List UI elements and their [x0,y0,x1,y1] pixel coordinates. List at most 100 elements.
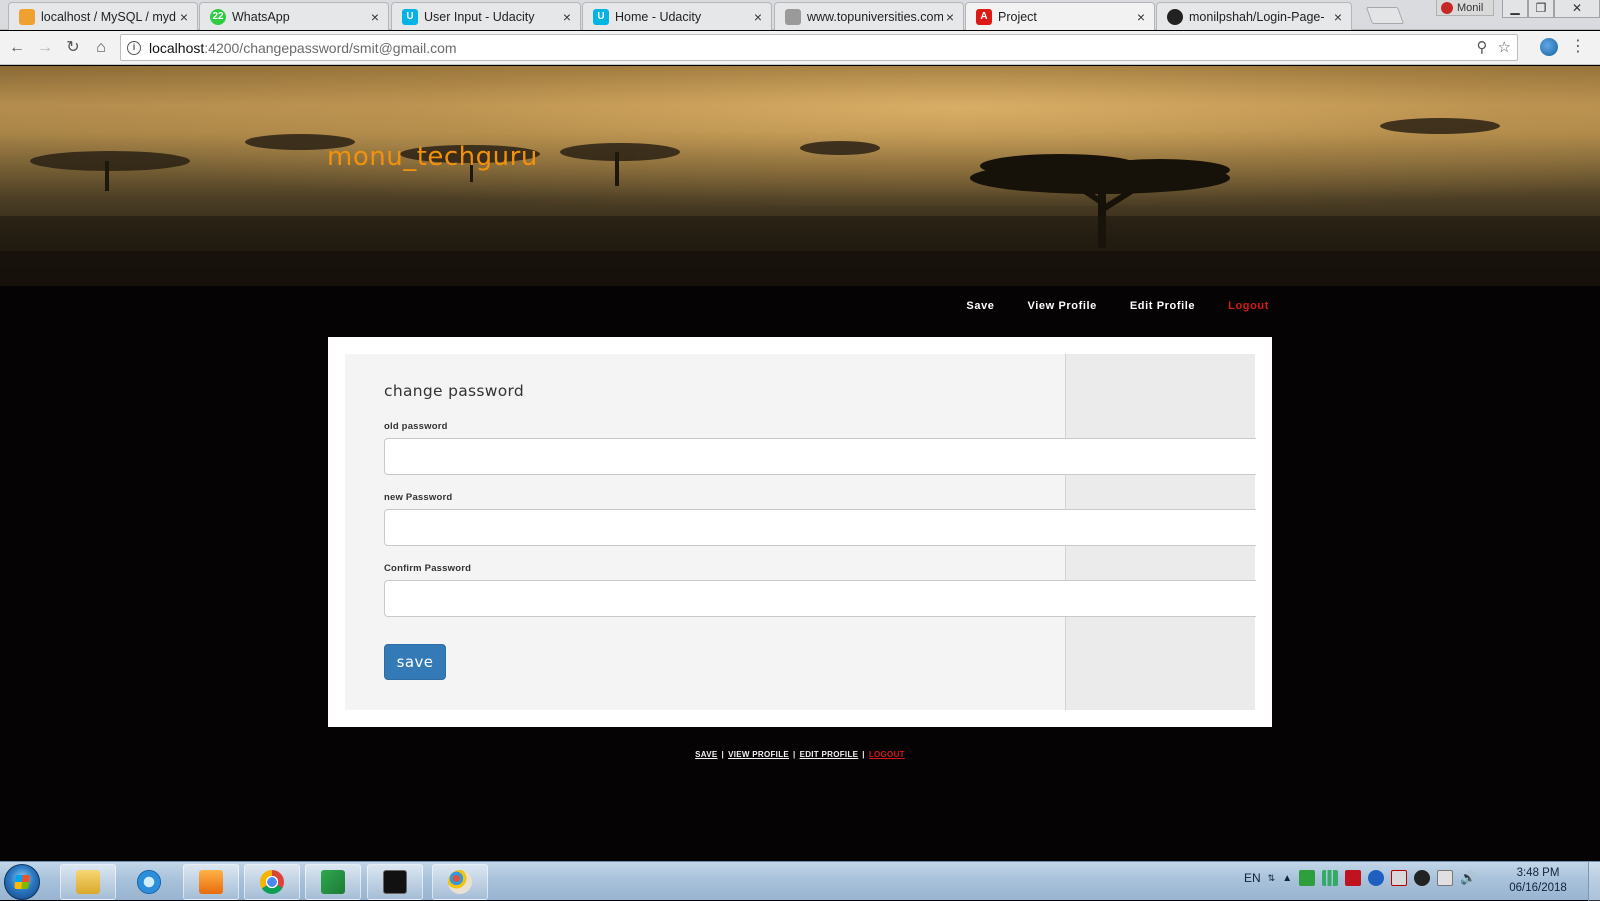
media-player-icon [199,870,223,894]
new-tab-button[interactable] [1365,7,1405,24]
tab-title: monilpshah/Login-Page- [1189,9,1325,24]
tab-title: localhost / MySQL / myd [41,9,176,24]
tab-project[interactable]: A Project × [965,2,1155,30]
new-password-input[interactable] [384,509,1256,546]
bookmark-star-icon[interactable]: ☆ [1498,38,1511,56]
separator: | [862,750,865,759]
footer-logout-link[interactable]: LOGOUT [869,750,905,759]
tab-title: www.topuniversities.com [807,9,943,24]
flash-disabled-icon[interactable] [1391,870,1408,886]
taskbar-ie[interactable] [121,864,177,900]
footer-save-link[interactable]: SAVE [695,750,717,759]
confirm-password-input[interactable] [384,580,1256,617]
clock-date: 06/16/2018 [1509,882,1567,894]
savanna-landscape-illustration [0,118,1600,286]
browser-tab-strip: localhost / MySQL / myd × 22 WhatsApp × … [0,0,1600,30]
window-close-icon[interactable]: ✕ [1554,0,1600,18]
close-tab-icon[interactable]: × [1134,10,1148,24]
save-button[interactable]: save [384,644,446,680]
start-button[interactable] [4,864,40,900]
restore-icon[interactable]: ❐ [1528,0,1554,18]
tab-user-input-udacity[interactable]: U User Input - Udacity × [391,2,581,30]
tab-title: WhatsApp [232,9,290,24]
close-tab-icon[interactable]: × [1331,10,1345,24]
new-password-label: new Password [384,492,453,503]
taskbar-explorer[interactable] [60,864,116,900]
system-tray: EN ⇅ ▲ 🔊 [1244,870,1476,886]
tab-whatsapp[interactable]: 22 WhatsApp × [199,2,389,30]
footer-view-profile-link[interactable]: VIEW PROFILE [728,750,789,759]
old-password-input[interactable] [384,438,1256,475]
footer-navigation: SAVE | VIEW PROFILE | EDIT PROFILE | LOGOUT [0,750,1600,759]
forward-arrow-icon[interactable]: → [35,38,55,58]
udacity-icon: U [402,8,418,25]
angular-icon: A [976,8,992,25]
page-viewport: monu_techguru Save View Profile Edit Pro… [0,66,1600,861]
visual-studio-code-icon [321,870,345,894]
info-icon[interactable]: i [127,40,141,55]
taskbar-cmd[interactable] [367,864,423,900]
globe-icon [785,8,801,25]
clock-time: 3:48 PM [1516,867,1560,879]
safely-remove-icon[interactable] [1437,870,1454,886]
nav-view-profile-link[interactable]: View Profile [1028,300,1097,312]
home-icon[interactable]: ⌂ [91,38,111,58]
close-tab-icon[interactable]: × [560,10,574,24]
drive-icon[interactable] [1414,870,1431,886]
close-tab-icon[interactable]: × [943,10,957,24]
tab-topuniversities[interactable]: www.topuniversities.com × [774,2,964,30]
separator: | [721,750,725,759]
bluetooth-icon[interactable] [1368,870,1385,886]
nav-logout-link[interactable]: Logout [1228,300,1269,312]
taskbar-chrome[interactable] [244,864,300,900]
url-host: localhost [149,39,205,56]
profile-button[interactable]: Monil [1436,0,1494,16]
github-icon [1167,8,1183,25]
tab-phpmyadmin[interactable]: localhost / MySQL / myd × [8,2,198,30]
profile-icon [1441,1,1453,14]
hero-banner: monu_techguru [0,66,1600,286]
utorrent-icon[interactable] [1299,870,1316,886]
tab-home-udacity[interactable]: U Home - Udacity × [582,2,772,30]
udacity-icon: U [593,8,609,25]
whatsapp-icon: 22 [210,8,226,25]
url-path: :4200/changepassword/smit@gmail.com [204,39,457,56]
paint-icon [448,870,472,894]
phpmyadmin-icon [19,8,35,25]
zoom-icon[interactable]: ⚲ [1477,38,1488,56]
tab-github[interactable]: monilpshah/Login-Page- × [1156,2,1352,30]
system-clock[interactable]: 3:48 PM 06/16/2018 [1500,866,1576,896]
extension-globe-icon[interactable] [1540,38,1558,56]
reload-icon[interactable]: ↻ [63,38,83,58]
close-tab-icon[interactable]: × [177,10,191,24]
address-bar[interactable]: i localhost:4200/changepassword/smit@gma… [120,34,1518,61]
windows-taskbar: EN ⇅ ▲ 🔊 3:48 PM 06/16/2018 [0,861,1600,901]
show-hidden-icons-icon[interactable]: ▲ [1282,873,1292,884]
input-arrows-icon[interactable]: ⇅ [1268,873,1276,884]
tab-title: Home - Udacity [615,9,702,24]
nav-edit-profile-link[interactable]: Edit Profile [1130,300,1195,312]
show-desktop-button[interactable] [1588,862,1600,901]
back-arrow-icon[interactable]: ← [7,38,27,58]
taskbar-paint[interactable] [432,864,488,900]
network-signal-icon[interactable] [1322,870,1339,886]
taskbar-vscode[interactable] [305,864,361,900]
volume-icon[interactable]: 🔊 [1460,870,1476,886]
browser-toolbar: ← → ↻ ⌂ i localhost:4200/changepassword/… [0,31,1600,65]
footer-edit-profile-link[interactable]: EDIT PROFILE [800,750,859,759]
separator: | [793,750,796,759]
language-indicator[interactable]: EN [1244,871,1261,885]
menu-icon[interactable]: ⋮ [1570,38,1586,56]
antivirus-icon[interactable] [1345,870,1362,886]
change-password-card: change password old password new Passwor… [328,337,1272,727]
command-prompt-icon [383,870,407,894]
close-tab-icon[interactable]: × [751,10,765,24]
old-password-label: old password [384,421,448,432]
minimize-icon[interactable]: ▁ [1502,0,1528,18]
internet-explorer-icon [137,870,161,894]
taskbar-media[interactable] [183,864,239,900]
brand-title[interactable]: monu_techguru [327,142,538,172]
chrome-icon [260,870,284,894]
close-tab-icon[interactable]: × [368,10,382,24]
nav-save-link[interactable]: Save [966,300,994,312]
